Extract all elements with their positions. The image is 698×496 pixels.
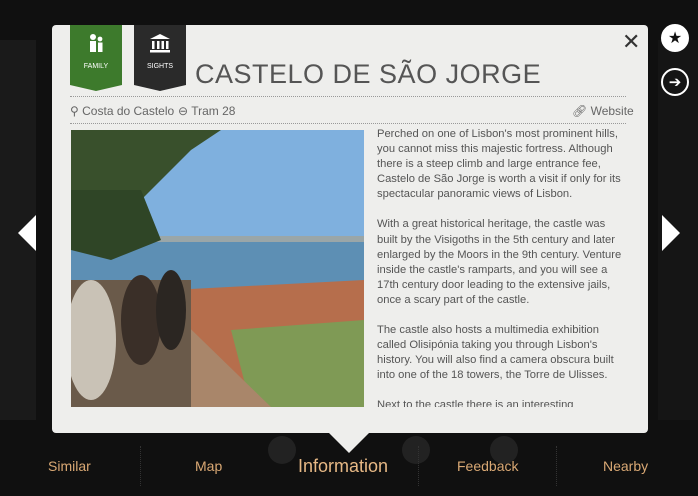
museum-icon — [134, 33, 186, 57]
bottom-nav: Similar Map Information Feedback Nearby — [0, 446, 698, 496]
link-icon: 🔗︎ — [572, 104, 588, 118]
location: ⚲ Costa do Castelo — [70, 104, 174, 118]
description: Perched on one of Lisbon's most prominen… — [377, 127, 627, 407]
page-title: CASTELO DE SÃO JORGE — [195, 59, 542, 89]
tab-sights[interactable]: SIGHTS — [134, 25, 186, 91]
nav-divider — [556, 446, 558, 486]
nav-information[interactable]: Information — [298, 456, 388, 477]
nav-divider — [418, 446, 420, 486]
tab-family-label: FAMILY — [83, 63, 109, 70]
transport-label: Tram 28 — [191, 104, 236, 118]
next-arrow-icon[interactable] — [662, 215, 680, 251]
nav-similar[interactable]: Similar — [48, 458, 91, 474]
description-paragraph: The castle also hosts a multimedia exhib… — [377, 324, 614, 382]
info-panel: FAMILY SIGHTS CASTELO DE SÃO JORGE ✕ ⚲ C… — [52, 25, 648, 433]
close-icon[interactable]: ✕ — [622, 29, 640, 55]
website-link[interactable]: 🔗︎ Website — [572, 104, 634, 118]
previous-arrow-icon[interactable] — [18, 215, 36, 251]
castle-photo — [71, 130, 364, 407]
description-paragraph: Next to the castle there is an interesti… — [377, 399, 574, 407]
website-label: Website — [590, 104, 634, 118]
tram-icon: ⊖ — [178, 104, 189, 118]
description-paragraph: With a great historical heritage, the ca… — [377, 218, 622, 306]
description-paragraph: Perched on one of Lisbon's most prominen… — [377, 128, 621, 201]
transport: ⊖ Tram 28 — [178, 104, 235, 118]
nav-divider — [140, 446, 142, 486]
nav-feedback[interactable]: Feedback — [457, 458, 518, 474]
family-icon — [70, 33, 122, 57]
location-label: Costa do Castelo — [82, 104, 175, 118]
share-icon[interactable]: ➔ — [661, 68, 689, 96]
divider — [70, 123, 626, 124]
pin-icon: ⚲ — [70, 104, 79, 118]
nav-nearby[interactable]: Nearby — [603, 458, 648, 474]
tab-sights-label: SIGHTS — [146, 63, 174, 70]
tab-family[interactable]: FAMILY — [70, 25, 122, 91]
divider — [70, 96, 626, 97]
nav-map[interactable]: Map — [195, 458, 222, 474]
star-icon[interactable]: ★ — [661, 24, 689, 52]
